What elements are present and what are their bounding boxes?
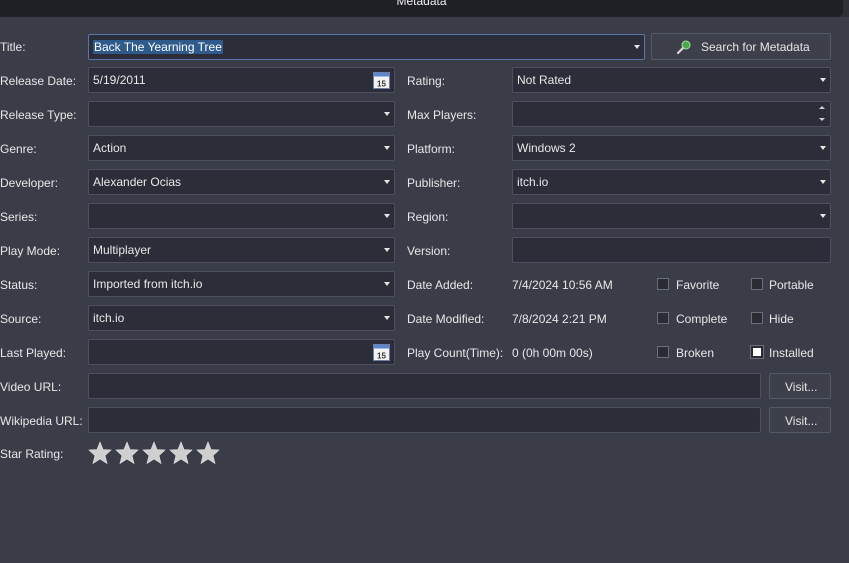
genre-dropdown[interactable]: Action	[88, 135, 395, 161]
source-value: itch.io	[93, 311, 125, 325]
hide-label[interactable]: Hide	[769, 312, 794, 326]
source-dropdown[interactable]: itch.io	[88, 305, 395, 331]
search-metadata-button[interactable]: Search for Metadata	[651, 33, 831, 60]
last-played-picker[interactable]: 15	[88, 339, 395, 365]
spin-down-icon[interactable]	[819, 118, 825, 121]
chevron-down-icon[interactable]	[634, 45, 640, 49]
visit-video-label: Visit...	[785, 380, 818, 394]
chevron-down-icon[interactable]	[384, 146, 390, 150]
title-selected-text: Back The Yearning Tree	[93, 40, 223, 54]
chevron-down-icon[interactable]	[384, 112, 390, 116]
chevron-down-icon[interactable]	[384, 180, 390, 184]
metadata-header-title: Metadata	[396, 0, 447, 8]
chevron-down-icon[interactable]	[384, 214, 390, 218]
max-players-label: Max Players:	[407, 108, 477, 122]
hide-checkbox[interactable]	[751, 312, 763, 324]
visit-wikipedia-label: Visit...	[785, 414, 818, 428]
chevron-down-icon[interactable]	[384, 248, 390, 252]
chevron-down-icon[interactable]	[820, 78, 826, 82]
chevron-down-icon[interactable]	[820, 214, 826, 218]
status-label: Status:	[0, 278, 38, 292]
metadata-header: Metadata	[0, 0, 843, 17]
release-type-dropdown[interactable]	[88, 101, 395, 127]
release-date-value[interactable]: 5/19/2011	[93, 73, 146, 87]
title-label: Title:	[0, 40, 26, 54]
rating-dropdown[interactable]: Not Rated	[512, 67, 831, 93]
magnifier-icon	[676, 40, 691, 55]
play-mode-label: Play Mode:	[0, 244, 61, 258]
star-rating-label: Star Rating:	[0, 447, 64, 461]
installed-label[interactable]: Installed	[769, 346, 814, 360]
search-metadata-label: Search for Metadata	[701, 40, 810, 54]
star-icon[interactable]	[196, 441, 220, 465]
developer-label: Developer:	[0, 176, 59, 190]
calendar-icon[interactable]: 15	[373, 71, 390, 89]
complete-label[interactable]: Complete	[676, 312, 727, 326]
favorite-checkbox[interactable]	[657, 278, 669, 290]
region-label: Region:	[407, 210, 449, 224]
calendar-day-text: 15	[377, 352, 386, 361]
broken-checkbox[interactable]	[657, 346, 669, 358]
version-input[interactable]	[512, 237, 831, 263]
visit-wikipedia-button[interactable]: Visit...	[769, 407, 831, 433]
release-type-label: Release Type:	[0, 108, 77, 122]
title-combobox[interactable]: Back The Yearning Tree	[88, 34, 645, 60]
calendar-day-text: 15	[377, 80, 386, 89]
portable-label[interactable]: Portable	[769, 278, 814, 292]
region-dropdown[interactable]	[512, 203, 831, 229]
source-label: Source:	[0, 312, 42, 326]
broken-label[interactable]: Broken	[676, 346, 714, 360]
wikipedia-url-label: Wikipedia URL:	[0, 414, 83, 428]
star-icon[interactable]	[115, 441, 139, 465]
play-mode-value: Multiplayer	[93, 243, 152, 257]
release-date-picker[interactable]: 5/19/2011 15	[88, 67, 395, 93]
star-icon[interactable]	[169, 441, 193, 465]
version-label: Version:	[407, 244, 451, 258]
wikipedia-url-input[interactable]	[88, 407, 761, 433]
status-dropdown[interactable]: Imported from itch.io	[88, 271, 395, 297]
installed-checkbox[interactable]	[750, 345, 764, 359]
chevron-down-icon[interactable]	[820, 180, 826, 184]
status-value: Imported from itch.io	[93, 277, 203, 291]
chevron-down-icon[interactable]	[384, 316, 390, 320]
developer-value: Alexander Ocias	[93, 175, 182, 189]
series-label: Series:	[0, 210, 38, 224]
date-modified-label: Date Modified:	[407, 312, 485, 326]
platform-label: Platform:	[407, 142, 456, 156]
spin-up-icon[interactable]	[819, 106, 825, 109]
visit-video-button[interactable]: Visit...	[769, 373, 831, 399]
video-url-input[interactable]	[88, 373, 761, 399]
chevron-down-icon[interactable]	[384, 282, 390, 286]
last-played-label: Last Played:	[0, 346, 67, 360]
title-value[interactable]: Back The Yearning Tree	[93, 40, 223, 54]
platform-value: Windows 2	[517, 141, 576, 155]
max-players-stepper[interactable]	[512, 101, 831, 127]
publisher-label: Publisher:	[407, 176, 461, 190]
star-icon[interactable]	[88, 441, 112, 465]
play-count-label: Play Count(Time):	[407, 346, 504, 360]
rating-label: Rating:	[407, 74, 446, 88]
play-count-value: 0 (0h 00m 00s)	[512, 346, 593, 360]
genre-label: Genre:	[0, 142, 37, 156]
publisher-dropdown[interactable]: itch.io	[512, 169, 831, 195]
complete-checkbox[interactable]	[657, 312, 669, 324]
rating-value: Not Rated	[517, 73, 572, 87]
publisher-value: itch.io	[517, 175, 549, 189]
play-mode-dropdown[interactable]: Multiplayer	[88, 237, 395, 263]
genre-value: Action	[93, 141, 127, 155]
portable-checkbox[interactable]	[751, 278, 763, 290]
video-url-label: Video URL:	[0, 380, 62, 394]
developer-dropdown[interactable]: Alexander Ocias	[88, 169, 395, 195]
max-players-spinner[interactable]	[814, 102, 830, 126]
date-modified-value: 7/8/2024 2:21 PM	[512, 312, 607, 326]
calendar-icon[interactable]: 15	[373, 343, 390, 361]
star-icon[interactable]	[142, 441, 166, 465]
date-added-label: Date Added:	[407, 278, 474, 292]
favorite-label[interactable]: Favorite	[676, 278, 719, 292]
date-added-value: 7/4/2024 10:56 AM	[512, 278, 613, 292]
platform-dropdown[interactable]: Windows 2	[512, 135, 831, 161]
release-date-label: Release Date:	[0, 74, 77, 88]
series-dropdown[interactable]	[88, 203, 395, 229]
chevron-down-icon[interactable]	[820, 146, 826, 150]
